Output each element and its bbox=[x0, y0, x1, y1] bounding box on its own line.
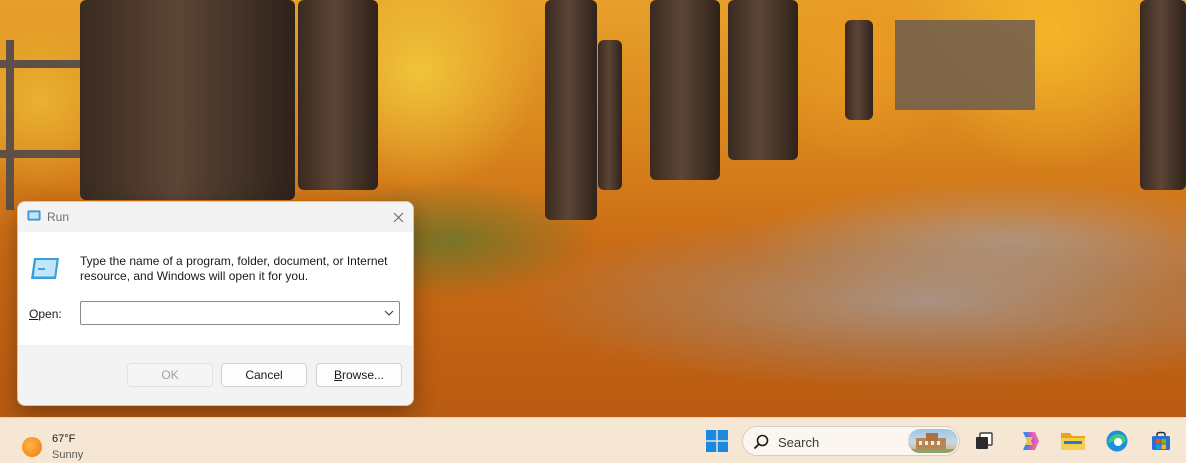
open-combobox[interactable] bbox=[80, 301, 400, 325]
folder-icon bbox=[1061, 433, 1085, 450]
taskbar-search-box[interactable]: Search bbox=[742, 426, 960, 456]
task-view-icon bbox=[976, 432, 993, 449]
copilot-button[interactable] bbox=[1014, 426, 1044, 456]
file-explorer-button[interactable] bbox=[1058, 426, 1088, 456]
browse-label-text: rowse... bbox=[342, 368, 385, 382]
wallpaper-barn bbox=[895, 20, 1035, 110]
edge-icon bbox=[1106, 430, 1128, 452]
close-icon bbox=[393, 212, 403, 222]
wallpaper-tree bbox=[298, 0, 378, 190]
taskbar: 67°F Sunny Search bbox=[0, 417, 1186, 463]
open-command-input[interactable] bbox=[84, 304, 374, 322]
microsoft-store-button[interactable] bbox=[1146, 426, 1176, 456]
run-dialog-body: Type the name of a program, folder, docu… bbox=[18, 232, 413, 345]
wallpaper-tree bbox=[845, 20, 873, 120]
close-button[interactable] bbox=[383, 202, 413, 232]
wallpaper-tree bbox=[80, 0, 295, 200]
open-label: Open: bbox=[29, 307, 62, 321]
task-view-button[interactable] bbox=[969, 426, 999, 456]
copilot-icon bbox=[1023, 432, 1039, 450]
search-icon bbox=[753, 434, 769, 450]
wallpaper-tree bbox=[545, 0, 597, 220]
wallpaper-tree bbox=[650, 0, 720, 180]
weather-widget[interactable]: 67°F Sunny bbox=[14, 424, 124, 461]
ok-button[interactable]: OK bbox=[127, 363, 213, 387]
browse-accelerator: B bbox=[333, 368, 342, 382]
weather-condition: Sunny bbox=[52, 449, 84, 461]
edge-browser-button[interactable] bbox=[1102, 426, 1132, 456]
wallpaper-fence-post bbox=[6, 40, 14, 210]
microsoft-store-icon bbox=[1152, 431, 1170, 450]
open-label-accelerator: O bbox=[29, 307, 39, 321]
run-dialog-title: Run bbox=[47, 210, 70, 224]
run-program-icon bbox=[31, 258, 59, 279]
search-label: Search bbox=[778, 435, 820, 450]
run-app-icon bbox=[27, 210, 41, 221]
browse-button[interactable]: Browse... bbox=[316, 363, 402, 387]
wallpaper-tree bbox=[728, 0, 798, 160]
weather-temperature: 67°F bbox=[52, 433, 76, 445]
start-button[interactable] bbox=[702, 426, 732, 456]
sunny-weather-icon bbox=[22, 437, 42, 457]
run-dialog-titlebar[interactable]: Run bbox=[18, 202, 413, 232]
search-highlight-image bbox=[908, 429, 958, 453]
run-dialog: Run Type the name of a program, folder, … bbox=[17, 201, 414, 406]
chevron-down-icon[interactable] bbox=[382, 306, 396, 320]
run-description: Type the name of a program, folder, docu… bbox=[80, 254, 388, 283]
windows-logo-icon bbox=[706, 430, 728, 452]
wallpaper-tree bbox=[598, 40, 622, 190]
open-label-text: pen: bbox=[38, 307, 62, 321]
cancel-button[interactable]: Cancel bbox=[221, 363, 307, 387]
wallpaper-tree bbox=[1140, 0, 1186, 190]
